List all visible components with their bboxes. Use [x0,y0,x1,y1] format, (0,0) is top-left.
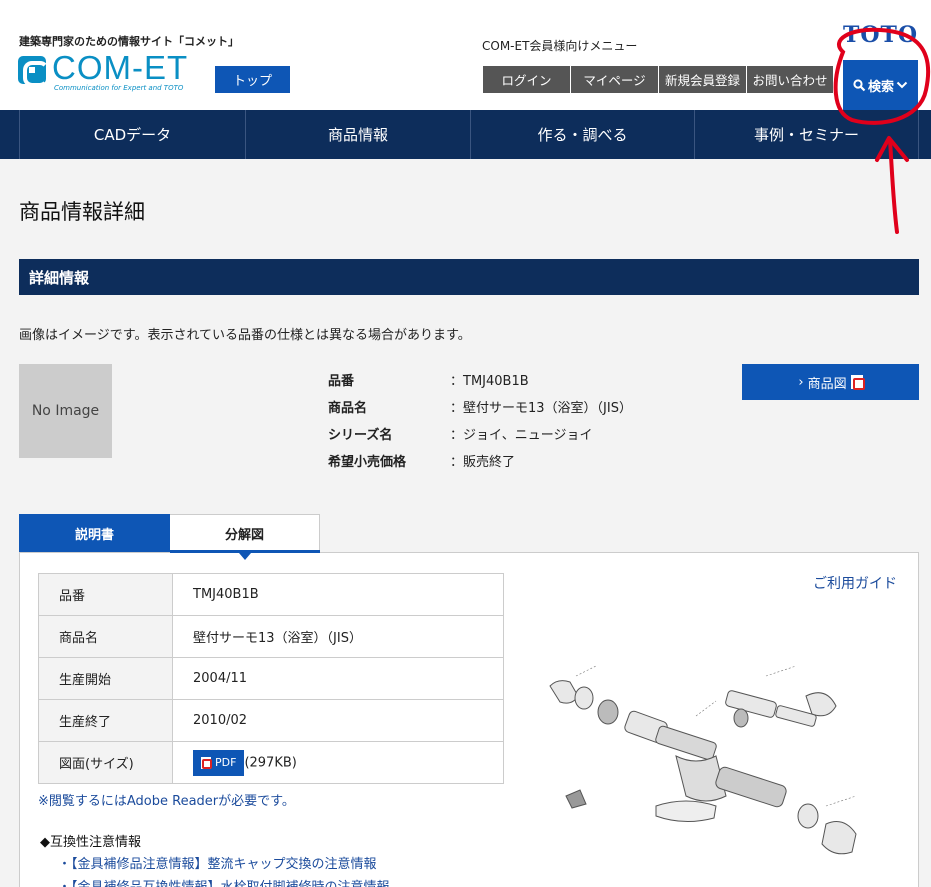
header-links: ログイン マイページ 新規会員登録 お問い合わせ [483,66,833,93]
logo-subtitle: Communication for Expert and TOTO [54,84,184,92]
comet-logo-icon [18,56,49,87]
product-drawing-button[interactable]: › 商品図 [742,364,919,400]
nav-cad-data[interactable]: CADデータ [19,110,245,159]
nav-product-info[interactable]: 商品情報 [245,110,470,159]
image-notice: 画像はイメージです。表示されている品番の仕様とは異なる場合があります。 [19,328,471,343]
table-label: 商品名 [38,615,173,658]
login-link[interactable]: ログイン [483,66,571,93]
table-value: TMJ40B1B [172,573,504,616]
product-image-placeholder: No Image [19,364,112,458]
spec-row: 希望小売価格 ：販売終了 [328,447,632,474]
table-label: 品番 [38,573,173,616]
search-icon [853,78,866,91]
usage-guide-link[interactable]: ご利用ガイド [813,573,897,593]
pdf-icon [201,756,212,769]
top-button[interactable]: トップ [215,66,290,93]
table-row: 生産開始 2004/11 [38,657,504,700]
main-nav: CADデータ 商品情報 作る・調べる 事例・セミナー [0,110,931,159]
mypage-link[interactable]: マイページ [571,66,659,93]
spec-value: ：壁付サーモ13（浴室）（JIS） [450,401,632,416]
product-info-table: 品番 TMJ40B1B 商品名 壁付サーモ13（浴室）（JIS） 生産開始 2004/… [38,573,504,784]
drawing-button-label: 商品図 [807,376,847,392]
contact-link[interactable]: お問い合わせ [747,66,833,93]
spec-list: 品番 ：TMJ40B1B 商品名 ：壁付サーモ13（浴室）（JIS） シリーズ名 ：ジ… [328,366,632,474]
nav-cases-seminars[interactable]: 事例・セミナー [694,110,919,159]
pdf-icon [850,375,865,390]
site-tagline: 建築専門家のための情報サイト「コメット」 [19,35,239,48]
spec-value: ：販売終了 [450,455,516,470]
spec-label: 希望小売価格 [328,455,407,470]
pdf-download-button[interactable]: PDF [193,749,245,776]
table-value: 壁付サーモ13（浴室）（JIS） [172,615,504,658]
table-row: 商品名 壁付サーモ13（浴室）（JIS） [38,615,504,658]
table-row: 図面(サイズ) PDF (297KB) [38,741,504,784]
logo-text: COM-ET [52,49,189,86]
search-label: 検索 [867,79,894,95]
spec-row: シリーズ名 ：ジョイ、ニュージョイ [328,420,632,447]
compatibility-title: ◆互換性注意情報 [40,835,141,850]
tab-manual[interactable]: 説明書 [19,514,170,552]
search-button[interactable]: 検索 [843,60,918,110]
table-label: 生産終了 [38,699,173,742]
spec-row: 商品名 ：壁付サーモ13（浴室）（JIS） [328,393,632,420]
table-value: 2004/11 [172,657,504,700]
spec-value: ：ジョイ、ニュージョイ [450,428,593,443]
site-header: 建築専門家のための情報サイト「コメット」 COM-ET Communicatio… [0,0,931,110]
table-row: 生産終了 2010/02 [38,699,504,742]
spec-label: 商品名 [328,401,368,416]
table-row: 品番 TMJ40B1B [38,573,504,616]
exploded-view-diagram[interactable] [536,656,896,868]
adobe-reader-note[interactable]: ※閲覧するにはAdobe Readerが必要です。 [38,790,295,809]
register-link[interactable]: 新規会員登録 [659,66,747,93]
tab-pointer-icon [239,553,251,560]
chevron-right-icon: › [798,374,804,390]
nav-make-research[interactable]: 作る・調べる [470,110,694,159]
pdf-label: PDF [215,756,237,769]
section-header: 詳細情報 [19,259,919,295]
spec-row: 品番 ：TMJ40B1B [328,366,632,393]
member-menu-label: COM-ET会員様向けメニュー [482,39,638,53]
chevron-down-icon [896,81,908,89]
page-title: 商品情報詳細 [19,200,145,224]
comet-logo[interactable]: COM-ET Communication for Expert and TOTO [18,49,189,92]
toto-logo[interactable]: TOTO [843,22,918,48]
pdf-size: (297KB) [244,755,297,770]
table-value: 2010/02 [172,699,504,742]
compatibility-list: 【金具補修品注意情報】整流キャップ交換の注意情報 【金具補修品互換性情報】水栓取… [58,853,390,887]
table-value: PDF (297KB) [172,741,504,784]
spec-label: シリーズ名 [328,428,393,443]
spec-value: ：TMJ40B1B [450,374,529,389]
spec-label: 品番 [328,374,355,389]
tab-exploded-view[interactable]: 分解図 [170,514,320,552]
table-label: 生産開始 [38,657,173,700]
compatibility-link[interactable]: 【金具補修品互換性情報】水栓取付脚補修時の注意情報 [58,876,390,887]
compatibility-link[interactable]: 【金具補修品注意情報】整流キャップ交換の注意情報 [58,853,390,876]
table-label: 図面(サイズ) [38,741,173,784]
